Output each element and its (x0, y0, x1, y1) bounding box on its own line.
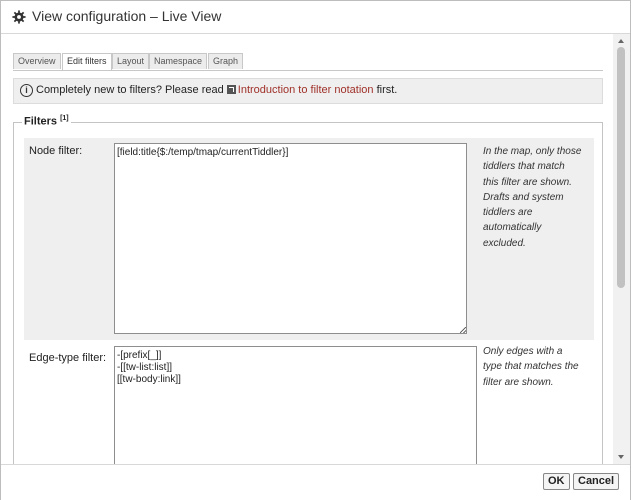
notice-text: Completely new to filters? Please read I… (36, 84, 397, 96)
notice-suffix: first. (373, 84, 398, 96)
tab-layout[interactable]: Layout (112, 53, 150, 69)
edge-filter-label: Edge-type filter: (29, 352, 107, 364)
scroll-up-arrow-icon[interactable] (613, 35, 630, 47)
cancel-button[interactable]: Cancel (573, 473, 620, 490)
hint-line: excluded. (483, 237, 526, 249)
tab-divider (13, 70, 603, 71)
edge-filter-hint: Only edges with a type that matches the … (483, 344, 579, 390)
node-filter-row: Node filter: [field:title{$:/temp/tmap/c… (24, 138, 594, 340)
resize-grip-icon[interactable] (460, 327, 466, 333)
hint-line: this filter are shown. (483, 176, 572, 188)
ok-button[interactable]: OK (543, 473, 570, 490)
hint-line: Only edges with a (483, 346, 563, 357)
dialog-content: Overview Edit filters Layout Namespace G… (1, 34, 613, 464)
dialog-footer: OK Cancel (1, 464, 630, 500)
node-filter-input[interactable]: [field:title{$:/temp/tmap/currentTiddler… (114, 143, 467, 334)
hint-line: automatically (483, 222, 542, 234)
info-icon: i (20, 84, 33, 97)
scrollbar-thumb[interactable] (617, 47, 625, 288)
tab-overview[interactable]: Overview (13, 53, 61, 69)
window-title: View configuration – Live View (32, 8, 222, 24)
filter-help-notice: i Completely new to filters? Please read… (13, 78, 603, 104)
filters-fieldset: Filters [1] Node filter: [field:title{$:… (13, 115, 603, 464)
hint-line: tiddlers are (483, 207, 533, 219)
dialog-window: View configuration – Live View Overview … (0, 0, 631, 500)
tab-namespace[interactable]: Namespace (149, 53, 208, 69)
edge-filter-input[interactable]: -[prefix[_]] -[[tw-list:list]] [[tw-body… (114, 346, 477, 464)
filters-footnote-ref[interactable]: [1] (60, 115, 69, 122)
filters-legend: Filters [1] (22, 115, 71, 128)
tab-graph[interactable]: Graph (208, 53, 244, 69)
node-filter-label: Node filter: (29, 145, 83, 157)
title-bar: View configuration – Live View (1, 1, 630, 34)
vertical-scrollbar[interactable] (613, 34, 630, 464)
node-filter-hint: In the map, only those tiddlers that mat… (483, 144, 581, 251)
hint-line: filter are shown. (483, 376, 554, 388)
hint-line: type that matches the (483, 361, 579, 373)
edge-filter-row: Edge-type filter: -[prefix[_]] -[[tw-lis… (24, 345, 594, 464)
filters-legend-label: Filters (24, 115, 58, 128)
tab-edit-filters[interactable]: Edit filters (62, 53, 112, 70)
gear-icon (12, 10, 26, 24)
filter-notation-link[interactable]: Introduction to filter notation (238, 84, 374, 96)
hint-line: In the map, only those (483, 146, 582, 157)
hint-line: tiddlers that match (483, 161, 565, 173)
notice-prefix: Completely new to filters? Please read (36, 84, 227, 96)
external-link-icon (226, 85, 236, 94)
hint-line: Drafts and system (483, 191, 564, 203)
scroll-down-arrow-icon[interactable] (613, 451, 630, 463)
